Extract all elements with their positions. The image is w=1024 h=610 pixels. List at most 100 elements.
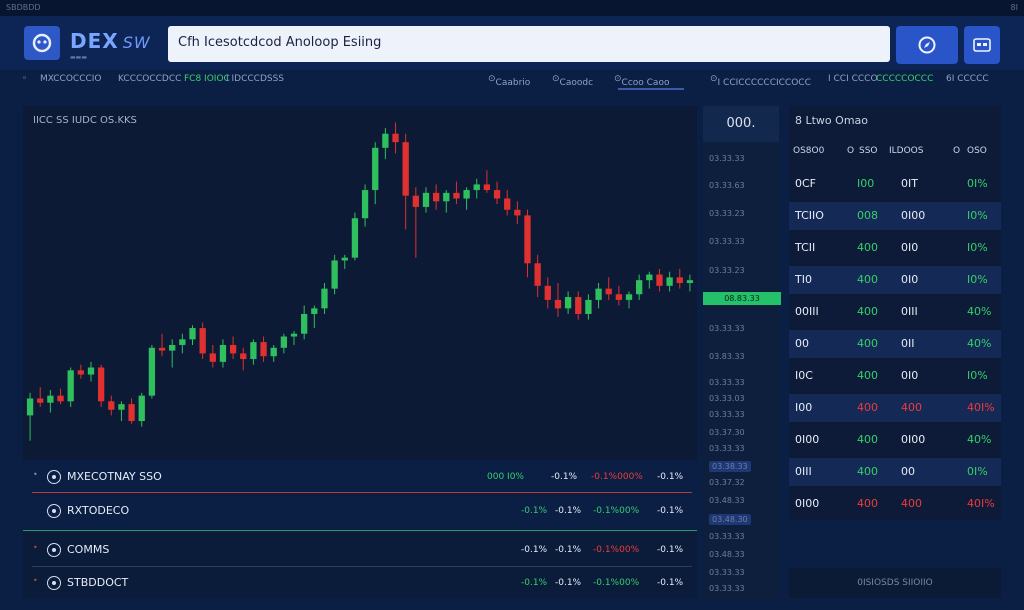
candle-down — [493, 190, 501, 199]
candle-up — [301, 313, 308, 334]
price-chart[interactable]: IICC SS IUDC OS.KKS — [23, 106, 697, 460]
order-book-row[interactable]: TI0 400 0I0 I0% — [789, 266, 1001, 294]
logo-glyph-icon — [32, 33, 52, 53]
order-cell-a: 0I00 — [795, 433, 820, 446]
candle-down — [128, 404, 135, 422]
app-title-text: DEX — [70, 29, 119, 53]
search-input-value: Cfh Icesotcdcod Anoloop Esiing — [178, 35, 382, 50]
app-title[interactable]: DEX SW — [70, 29, 151, 53]
candle-up — [169, 344, 176, 351]
order-cell-d: 40I% — [967, 401, 995, 414]
order-cell-c: 0IT — [901, 177, 918, 190]
axis-tick: 03.33.63 — [709, 181, 745, 190]
candle-up — [26, 398, 34, 416]
order-cell-b: 008 — [857, 209, 878, 222]
candle-down — [432, 192, 440, 202]
current-price-marker: 08.83.33 — [703, 292, 781, 305]
order-book-row[interactable]: TCIIO 008 0I00 I0% — [789, 202, 1001, 230]
candle-up — [443, 192, 450, 202]
account-button[interactable] — [964, 26, 1000, 64]
candle-up — [148, 347, 156, 396]
subnav-item[interactable]: FC8 IOIOC — [184, 74, 230, 84]
order-cell-b: 400 — [857, 497, 878, 510]
subnav-item[interactable]: I IDCCCDSSS — [226, 74, 284, 84]
asset-value-1: -0.1% — [521, 578, 548, 588]
asset-row[interactable]: RXTODECO -0.1% -0.1% -0.1%00% -0.1% — [23, 496, 697, 526]
axis-tick: 03.33.33 — [709, 378, 745, 387]
asset-row[interactable]: • COMMS -0.1% -0.1% -0.1%00% -0.1% — [23, 535, 697, 565]
subnav-tab-label: Ccoo Caoo — [621, 78, 670, 88]
search-input[interactable]: Cfh Icesotcdcod Anoloop Esiing — [168, 26, 890, 62]
order-cell-a: TCII — [795, 241, 816, 254]
order-cell-a: I00 — [795, 401, 813, 414]
row-divider — [32, 492, 692, 493]
order-book-row[interactable]: I00 400 400 40I% — [789, 394, 1001, 422]
order-book-row[interactable]: 0I00 400 0I00 40% — [789, 426, 1001, 454]
order-book-row[interactable]: TCII 400 0I0 I0% — [789, 234, 1001, 262]
order-cell-c: 0I00 — [901, 209, 926, 222]
subnav-tab-label: I CCICCCCCCICCOCC — [717, 78, 811, 88]
candle-up — [219, 344, 227, 362]
order-book-row[interactable]: I0C 400 0I0 I0% — [789, 362, 1001, 390]
asset-value-1: 000 I0% — [487, 472, 524, 482]
app-title-suffix: SW — [122, 33, 151, 52]
order-cell-d: I0% — [967, 369, 988, 382]
order-cell-a: TCIIO — [795, 209, 824, 222]
app-subtitle-mark: ▬▬▬ — [70, 54, 88, 61]
subnav-tab[interactable]: ⊙ Caabrio — [488, 74, 530, 88]
axis-tick: 03.48.33 — [709, 550, 745, 559]
candle-down — [392, 133, 399, 143]
candle-down — [554, 299, 562, 309]
order-cell-c: 0III — [901, 305, 918, 318]
subnav-item[interactable]: 6I CCCCC — [946, 74, 989, 84]
candle-up — [47, 395, 54, 403]
order-cell-d: I0% — [967, 209, 988, 222]
order-cell-a: 00 — [795, 337, 809, 350]
sub-navigation: ◦ MXCCOCCCIO KCCCOCCDCC FC8 IOIOC I IDCC… — [0, 70, 1024, 92]
coin-icon — [47, 543, 61, 557]
asset-row[interactable]: • STBDDOCT -0.1% -0.1% -0.1%00% -0.1% — [23, 568, 697, 598]
order-book-row[interactable]: 00 400 0II 40% — [789, 330, 1001, 358]
order-book-row[interactable]: 0CF I00 0IT 0I% — [789, 170, 1001, 198]
asset-name: STBDDOCT — [67, 576, 129, 589]
asset-row[interactable]: • MXECOTNAY SSO 000 I0% -0.1% -0.1%000% … — [23, 462, 697, 492]
order-book-header: OSO — [967, 146, 987, 156]
order-book-footer-button[interactable]: 0ISIOSDS SIIOIIO — [789, 568, 1001, 598]
subnav-item[interactable]: I CCI CCCO — [828, 74, 878, 84]
subnav-tab[interactable]: ⊙ I CCICCCCCCICCOCC — [710, 74, 811, 88]
order-book-header: ILDOOS — [889, 146, 924, 156]
subnav-item[interactable]: MXCCOCCCIO — [40, 74, 102, 84]
subnav-item[interactable]: CCCCCOCCC — [876, 74, 933, 84]
order-book-row[interactable]: 00III 400 0III 40% — [789, 298, 1001, 326]
candle-up — [118, 404, 125, 410]
candle-up — [351, 218, 359, 258]
subnav-tab-active[interactable]: ⊙ Ccoo Caoo — [614, 74, 669, 88]
asset-value-1: -0.1% — [521, 545, 548, 555]
wallet-button[interactable] — [896, 26, 958, 64]
order-cell-b: 400 — [857, 465, 878, 478]
subnav-tab[interactable]: ⊙ Caoodc — [552, 74, 593, 88]
asset-value-4: -0.1% — [657, 506, 684, 516]
order-book-row[interactable]: 0III 400 00 0I% — [789, 458, 1001, 486]
top-strip-left-text: SBDBDD — [6, 3, 41, 12]
asset-value-4: -0.1% — [657, 545, 684, 555]
compass-icon — [918, 36, 936, 54]
axis-tick: 03.33.23 — [709, 209, 745, 218]
subnav-info-icon: ◦ — [22, 74, 28, 84]
axis-tick: 03.37.32 — [709, 478, 745, 487]
order-cell-d: 0I% — [967, 177, 988, 190]
order-cell-c: 0I00 — [901, 433, 926, 446]
axis-tick: 03.33.33 — [709, 584, 745, 593]
logo-icon[interactable] — [24, 26, 60, 60]
candle-up — [636, 280, 643, 295]
candle-up — [311, 308, 318, 314]
order-book-row[interactable]: 0I00 400 400 40I% — [789, 490, 1001, 518]
axis-tick: 03.33.33 — [709, 444, 745, 453]
axis-tick: 03.33.33 — [709, 324, 745, 333]
candle-up — [250, 342, 257, 360]
order-cell-b: 400 — [857, 337, 878, 350]
asset-value-2: -0.1% — [551, 472, 578, 482]
asset-name: RXTODECO — [67, 504, 130, 517]
order-cell-d: 40% — [967, 433, 992, 446]
subnav-item[interactable]: KCCCOCCDCC — [118, 74, 181, 84]
